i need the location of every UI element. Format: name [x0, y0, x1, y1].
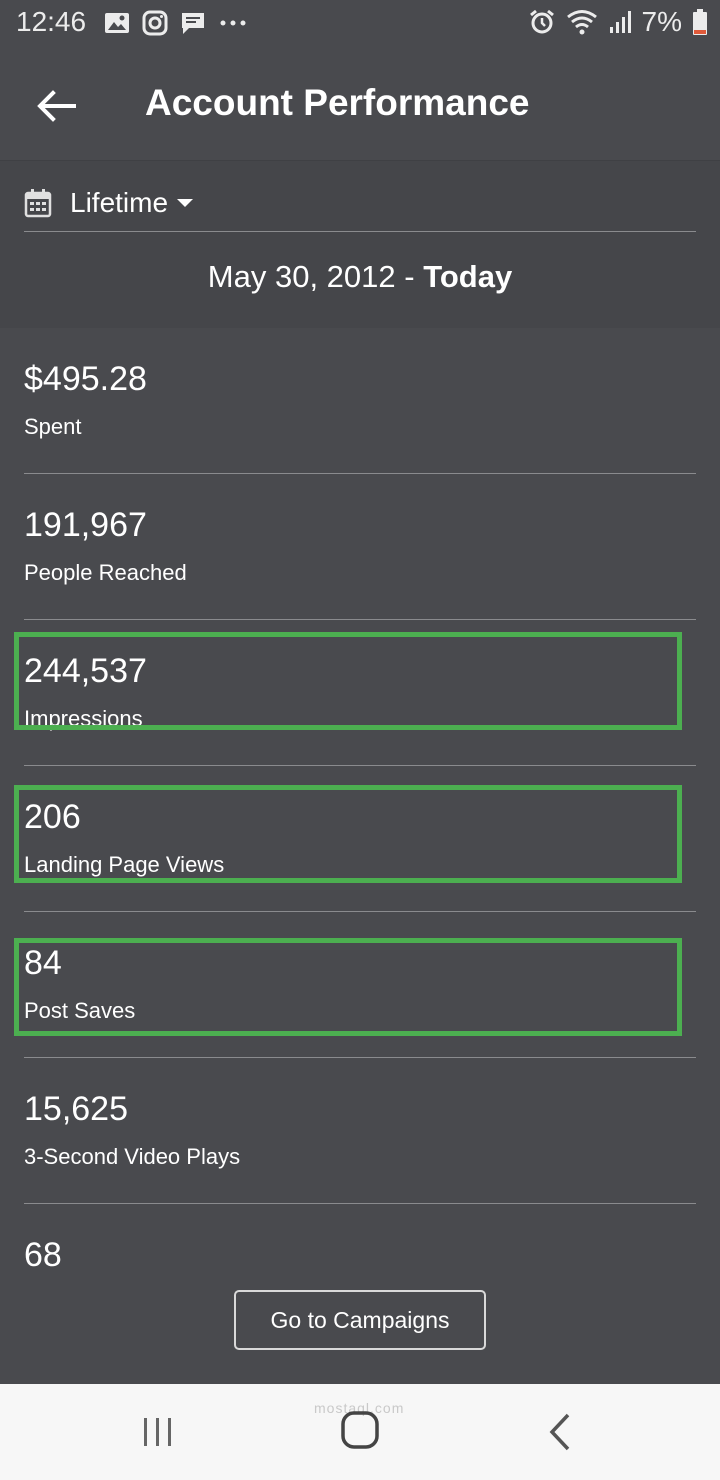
metric-spent: $495.28 Spent [24, 328, 696, 474]
metric-value: 191,967 [24, 506, 147, 544]
status-bar: 12:46 7% [0, 0, 720, 50]
back-button[interactable] [26, 78, 86, 134]
alarm-icon [529, 9, 554, 34]
recent-apps-icon[interactable] [140, 1416, 176, 1448]
caret-down-icon [177, 199, 194, 207]
metric-people-reached: 191,967 People Reached [24, 474, 696, 620]
highlight-box-impressions [14, 632, 682, 730]
metric-value: 15,625 [24, 1090, 128, 1128]
battery-icon [693, 9, 707, 35]
signal-icon [609, 11, 631, 33]
app-bar: Account Performance [0, 50, 720, 161]
date-range-panel: Lifetime May 30, 2012 - Today [0, 161, 720, 328]
date-range-text: May 30, 2012 - Today [0, 259, 720, 295]
highlight-box-landing-page-views [14, 785, 682, 883]
range-selector[interactable]: Lifetime [24, 175, 194, 231]
date-range-start: May 30, 2012 - [207, 259, 424, 294]
go-to-campaigns-button[interactable]: Go to Campaigns [234, 1290, 486, 1350]
instagram-icon [142, 10, 168, 36]
range-selector-label: Lifetime [70, 187, 169, 218]
page-title: Account Performance [145, 82, 530, 123]
message-icon [182, 13, 204, 34]
metric-value: 68 [24, 1236, 62, 1274]
metric-value: $495.28 [24, 360, 147, 398]
highlight-box-post-saves [14, 938, 682, 1036]
back-nav-icon[interactable] [544, 1412, 576, 1452]
date-range-end: Today [423, 259, 513, 294]
range-divider [24, 231, 696, 232]
status-time: 12:46 [16, 6, 87, 37]
system-nav-bar: mostaql.com [0, 1384, 720, 1480]
arrow-left-icon [37, 90, 76, 122]
metric-label: 3-Second Video Plays [24, 1144, 241, 1169]
metric-label: Spent [24, 414, 82, 439]
calendar-icon [24, 189, 52, 218]
gallery-icon [105, 13, 129, 33]
notification-icons [104, 10, 248, 36]
home-icon[interactable] [340, 1410, 380, 1450]
wifi-icon [566, 10, 597, 35]
more-icon [220, 20, 246, 26]
metric-video-plays: 15,625 3-Second Video Plays [24, 1058, 696, 1204]
metric-label: People Reached [24, 560, 187, 585]
battery-percent: 7% [641, 6, 682, 37]
status-right: 7% [528, 6, 708, 38]
